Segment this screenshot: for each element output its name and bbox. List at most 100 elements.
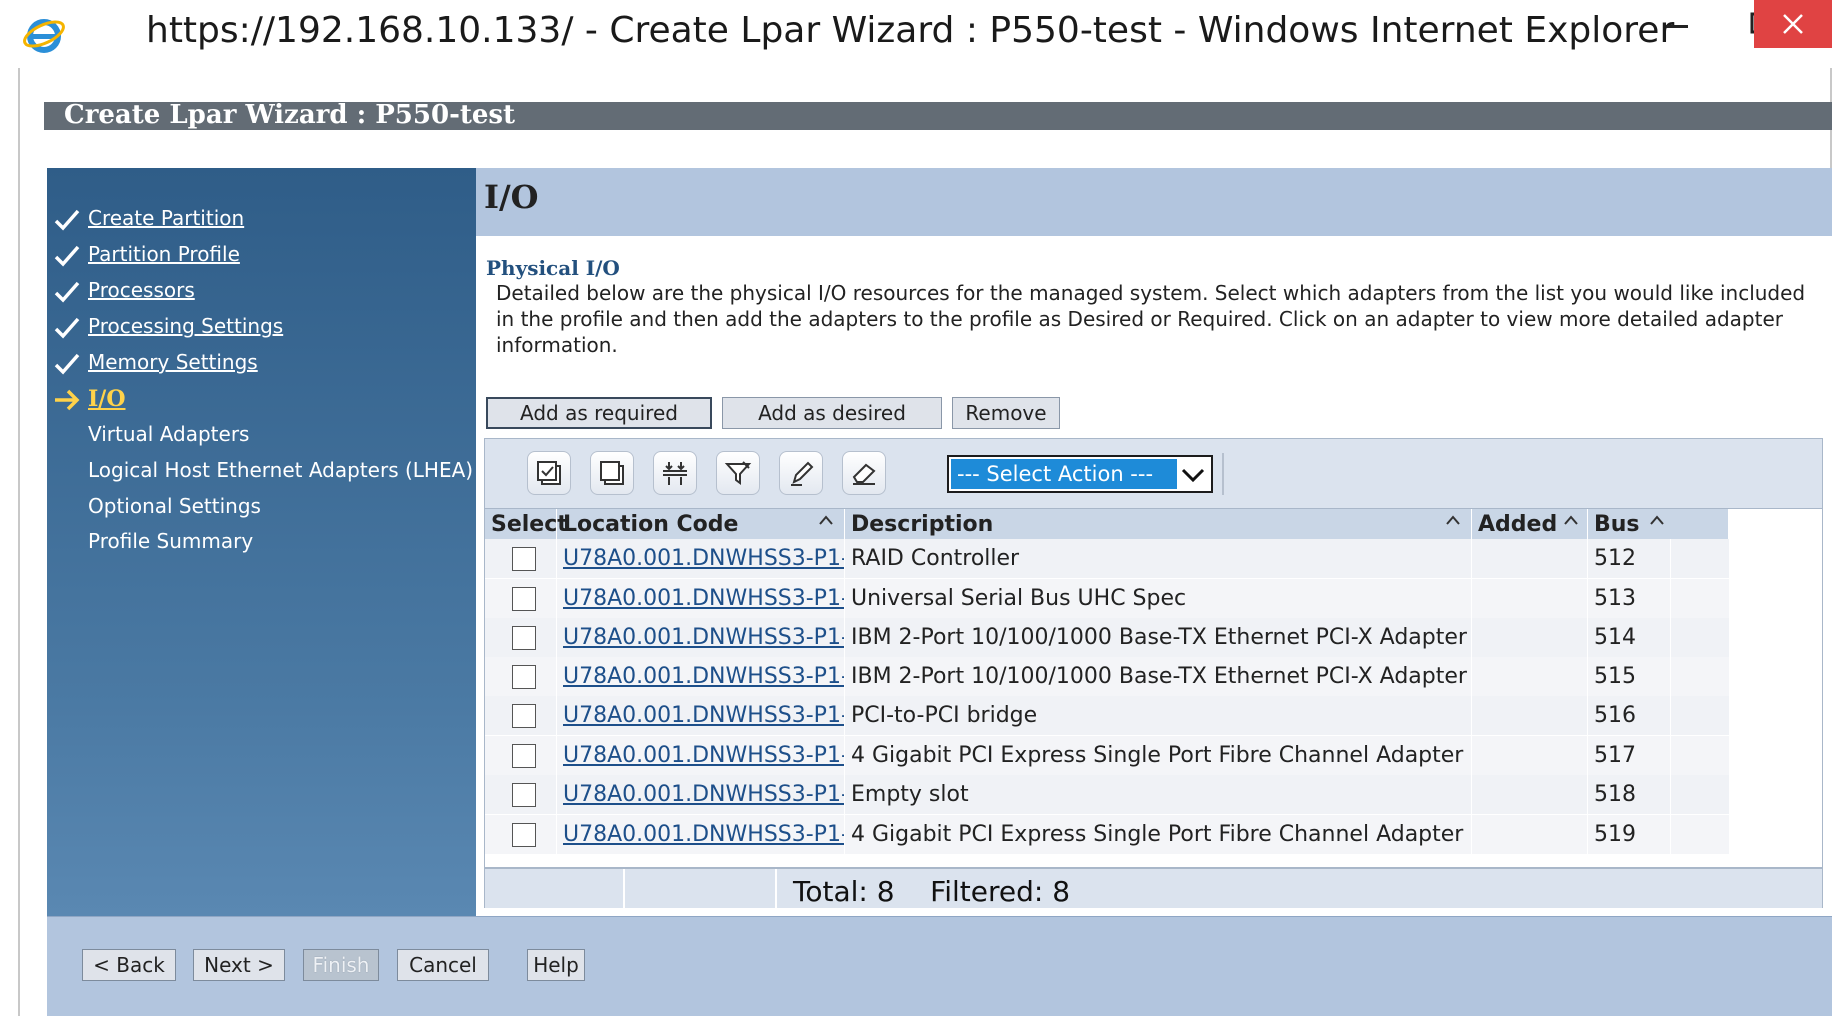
filter-rows-icon xyxy=(663,462,687,485)
row-description: PCI-to-PCI bridge xyxy=(845,696,1472,735)
nav-step-label[interactable]: Processors xyxy=(88,278,195,302)
table-row[interactable]: U78A0.001.DNWHSS3-P1-C1 PCI-to-PCI bridg… xyxy=(485,696,1729,736)
nav-step-label: Profile Summary xyxy=(88,529,254,553)
row-bus: 515 xyxy=(1588,657,1671,696)
back-button[interactable]: < Back xyxy=(82,949,176,981)
table-row[interactable]: U78A0.001.DNWHSS3-P1-T9 RAID Controller … xyxy=(485,539,1729,579)
row-select-checkbox[interactable] xyxy=(512,664,536,689)
table-row[interactable]: U78A0.001.DNWHSS3-P1-C3 4 Gigabit PCI Ex… xyxy=(485,815,1729,855)
close-button[interactable] xyxy=(1754,0,1832,48)
add-as-desired-button[interactable]: Add as desired xyxy=(722,397,942,429)
physical-io-table: Select Location Code Description Added B… xyxy=(484,508,1823,908)
location-code-link[interactable]: U78A0.001.DNWHSS3-P1-C3 xyxy=(563,822,844,847)
row-select-checkbox[interactable] xyxy=(512,546,536,571)
row-description: Universal Serial Bus UHC Spec xyxy=(845,579,1472,618)
finish-button: Finish xyxy=(303,949,379,981)
section-description: Detailed below are the physical I/O reso… xyxy=(496,281,1806,357)
deselect-all-icon xyxy=(600,461,624,485)
row-added xyxy=(1472,775,1588,814)
row-select-checkbox[interactable] xyxy=(512,743,536,768)
column-header-select: Select xyxy=(485,509,568,539)
row-select-checkbox[interactable] xyxy=(512,625,536,650)
location-code-link[interactable]: U78A0.001.DNWHSS3-P1-C1 xyxy=(563,703,844,728)
window-title: https://192.168.10.133/ - Create Lpar Wi… xyxy=(146,10,1675,51)
table-footer: Total: 8 Filtered: 8 xyxy=(485,867,1822,908)
location-code-link[interactable]: U78A0.001.DNWHSS3-P1-C5 xyxy=(563,664,844,689)
checkmark-icon xyxy=(54,317,80,339)
checkmark-icon xyxy=(54,281,80,303)
column-header-description[interactable]: Description xyxy=(845,509,1472,539)
row-description: 4 Gigabit PCI Express Single Port Fibre … xyxy=(845,736,1472,775)
select-all-icon xyxy=(537,461,561,485)
nav-step-label-current[interactable]: I/O xyxy=(88,386,126,412)
sort-ascending-icon[interactable] xyxy=(1444,513,1462,527)
table-header: Select Location Code Description Added B… xyxy=(485,509,1729,539)
row-description: IBM 2-Port 10/100/1000 Base-TX Ethernet … xyxy=(845,618,1472,657)
select-all-tool[interactable] xyxy=(527,451,571,495)
location-code-link[interactable]: U78A0.001.DNWHSS3-P1-T3 xyxy=(563,586,844,611)
row-description: 4 Gigabit PCI Express Single Port Fibre … xyxy=(845,815,1472,854)
row-select-checkbox[interactable] xyxy=(512,822,536,847)
nav-step-label[interactable]: Partition Profile xyxy=(88,242,240,266)
table-row[interactable]: U78A0.001.DNWHSS3-P1-C4 IBM 2-Port 10/10… xyxy=(485,618,1729,658)
row-select-checkbox[interactable] xyxy=(512,782,536,807)
column-header-added[interactable]: Added xyxy=(1472,509,1588,539)
deselect-all-tool[interactable] xyxy=(590,451,634,495)
edit-tool[interactable] xyxy=(779,451,823,495)
sort-funnel-icon xyxy=(724,461,752,485)
sort-ascending-icon[interactable] xyxy=(1648,513,1666,527)
chevron-down-icon xyxy=(1181,468,1205,483)
checkmark-icon xyxy=(54,353,80,375)
column-header-label: Description xyxy=(851,511,994,537)
row-select-checkbox[interactable] xyxy=(512,586,536,611)
row-description: Empty slot xyxy=(845,775,1472,814)
cancel-button[interactable]: Cancel xyxy=(397,949,489,981)
toolbar-separator xyxy=(1222,453,1224,495)
next-button[interactable]: Next > xyxy=(193,949,285,981)
nav-step-label[interactable]: Create Partition xyxy=(88,206,244,230)
window-frame-left xyxy=(18,68,20,1016)
table-totals: Total: 8 Filtered: 8 xyxy=(793,875,1071,908)
column-header-label: Bus xyxy=(1594,511,1640,537)
nav-step-label[interactable]: Processing Settings xyxy=(88,314,283,338)
add-as-required-button[interactable]: Add as required xyxy=(486,397,712,429)
checkmark-icon xyxy=(54,245,80,267)
remove-button[interactable]: Remove xyxy=(952,397,1060,429)
edit-sort-tool[interactable] xyxy=(716,451,760,495)
column-header-location[interactable]: Location Code xyxy=(557,509,845,539)
sort-ascending-icon[interactable] xyxy=(1562,513,1580,527)
location-code-link[interactable]: U78A0.001.DNWHSS3-P1-C4 xyxy=(563,625,844,650)
wizard-title: Create Lpar Wizard : P550-test xyxy=(64,100,516,130)
select-action-dropdown[interactable]: --- Select Action --- xyxy=(947,455,1213,493)
wizard-header: Create Lpar Wizard : P550-test xyxy=(44,100,1832,130)
row-select-checkbox[interactable] xyxy=(512,703,536,728)
minimize-button[interactable] xyxy=(1636,0,1718,48)
table-row[interactable]: U78A0.001.DNWHSS3-P1-C10 Empty slot 518 xyxy=(485,775,1729,815)
expand-filter-tool[interactable] xyxy=(653,451,697,495)
row-added xyxy=(1472,618,1588,657)
row-bus: 513 xyxy=(1588,579,1671,618)
column-header-bus[interactable]: Bus xyxy=(1588,509,1729,539)
arrow-right-icon xyxy=(55,389,80,411)
table-row[interactable]: U78A0.001.DNWHSS3-P1-C2 4 Gigabit PCI Ex… xyxy=(485,736,1729,776)
location-code-link[interactable]: U78A0.001.DNWHSS3-P1-T9 xyxy=(563,546,844,571)
sort-ascending-icon[interactable] xyxy=(817,513,835,527)
table-row[interactable]: U78A0.001.DNWHSS3-P1-C5 IBM 2-Port 10/10… xyxy=(485,657,1729,697)
wizard-step-nav: Create Partition Partition Profile Proce… xyxy=(47,168,476,916)
table-row[interactable]: U78A0.001.DNWHSS3-P1-T3 Universal Serial… xyxy=(485,579,1729,619)
row-added xyxy=(1472,579,1588,618)
footer-separator xyxy=(775,869,777,908)
nav-step-label[interactable]: Memory Settings xyxy=(88,350,258,374)
row-bus: 514 xyxy=(1588,618,1671,657)
help-button[interactable]: Help xyxy=(527,949,585,981)
location-code-link[interactable]: U78A0.001.DNWHSS3-P1-C2 xyxy=(563,743,844,768)
checkmark-icon xyxy=(54,209,80,231)
clear-tool[interactable] xyxy=(842,451,886,495)
row-bus: 516 xyxy=(1588,696,1671,735)
row-description: IBM 2-Port 10/100/1000 Base-TX Ethernet … xyxy=(845,657,1472,696)
location-code-link[interactable]: U78A0.001.DNWHSS3-P1-C10 xyxy=(563,782,844,807)
nav-step-label: Optional Settings xyxy=(88,494,261,518)
row-added xyxy=(1472,539,1588,578)
row-added xyxy=(1472,736,1588,775)
column-header-label: Added xyxy=(1478,511,1558,537)
